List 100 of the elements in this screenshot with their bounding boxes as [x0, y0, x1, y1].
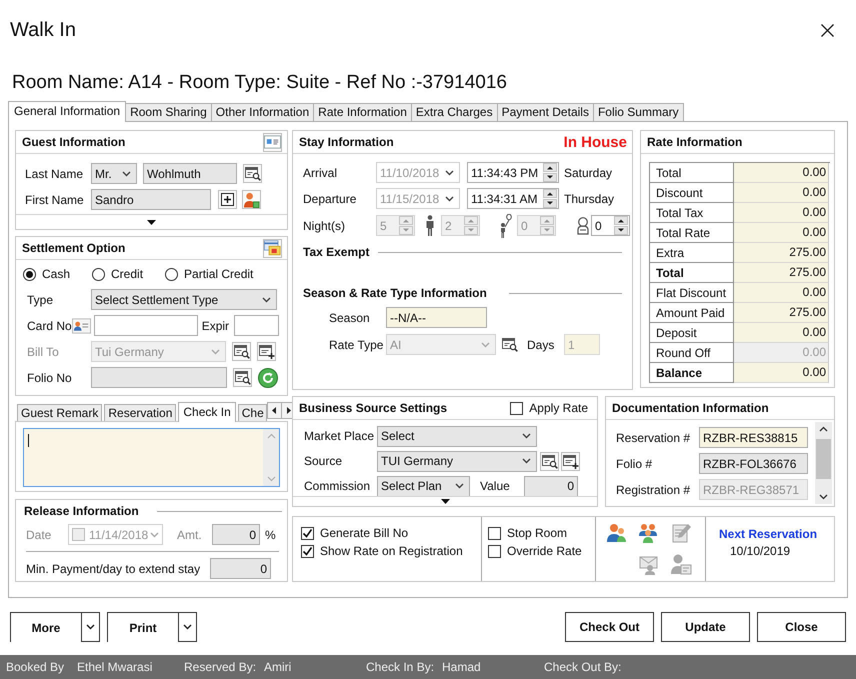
tab[interactable]: Rate Information [313, 103, 412, 121]
field-label: Registration # [616, 482, 692, 496]
lookup-button[interactable] [232, 342, 251, 361]
rate-value: 0.00 [734, 223, 829, 243]
section-title: Tax Exempt [303, 245, 370, 259]
checkbox[interactable] [301, 544, 314, 558]
remark-text-area[interactable] [23, 428, 280, 487]
count-field[interactable]: 0 [591, 215, 630, 236]
tab[interactable]: Reservation [104, 404, 176, 421]
caret-icon [455, 483, 464, 489]
rate-value: 275.00 [734, 303, 829, 323]
action-button[interactable]: Update [661, 612, 750, 642]
lookup-icon[interactable] [502, 337, 518, 352]
checkbox[interactable] [488, 526, 501, 540]
tab[interactable]: Payment Details [496, 103, 594, 121]
field-label: Expir [202, 318, 230, 332]
status-label: Check In By: [366, 660, 436, 674]
caret-icon [150, 532, 159, 538]
card-reader-button[interactable] [72, 316, 91, 335]
next-reservation-date: 10/10/2019 [729, 544, 792, 558]
field-label: Reservation # [616, 430, 692, 444]
scroll-up-icon[interactable] [819, 426, 828, 432]
tab[interactable]: General Information [8, 101, 126, 122]
guest-card-button[interactable] [263, 132, 282, 152]
expand-arrow-icon[interactable] [147, 220, 156, 224]
settlement-type-dropdown[interactable]: Select Settlement Type [91, 289, 277, 310]
close-icon[interactable] [821, 24, 834, 36]
radio-button[interactable] [92, 268, 106, 280]
action-button[interactable]: Check Out [565, 612, 654, 642]
field-label: Days [527, 338, 556, 352]
lookup-icon [542, 454, 558, 468]
scrollbar[interactable] [815, 422, 832, 504]
document-number-field[interactable]: RZBR-FOL36676 [699, 453, 808, 474]
caret-icon [522, 433, 531, 439]
person-icon[interactable] [606, 522, 628, 544]
commission-value-field[interactable]: 0 [524, 476, 578, 496]
status-label: Reserved By: [184, 660, 258, 674]
time-field[interactable]: 11:34:31 AM [467, 188, 559, 209]
last-name-field[interactable]: Wohlmuth [143, 163, 237, 184]
lookup-icon [234, 370, 250, 385]
add-button[interactable] [257, 342, 276, 361]
field-label: Amt. [177, 528, 203, 542]
checkbox-label: Apply Rate [529, 401, 588, 415]
tab[interactable]: Extra Charges [410, 103, 498, 121]
tab[interactable]: Other Information [210, 103, 314, 121]
radio-label: Cash [42, 267, 70, 281]
season-field[interactable]: --N/A-- [386, 307, 487, 328]
salutation-dropdown[interactable]: Mr. [91, 163, 137, 184]
checkbox[interactable] [301, 526, 314, 540]
add-button[interactable] [218, 190, 237, 209]
section-title: Season & Rate Type Information [303, 286, 487, 300]
tab[interactable]: Folio Summary [592, 103, 684, 121]
card-number-field[interactable] [94, 315, 198, 336]
checkbox[interactable] [510, 402, 524, 414]
spin-arrows-icon [540, 216, 554, 235]
tab[interactable]: Guest Remark [17, 404, 102, 421]
next-reservation-link[interactable]: Next Reservation [719, 527, 818, 541]
radio-label: Credit [111, 267, 144, 281]
folio-number-field[interactable] [91, 367, 227, 388]
lookup-button[interactable] [540, 452, 559, 470]
add-guest-button[interactable] [242, 190, 261, 209]
checkbox-label: Stop Room [507, 526, 568, 540]
action-button[interactable]: Close [757, 612, 846, 642]
field-label: Departure [303, 192, 358, 206]
source-dropdown[interactable]: TUI Germany [377, 450, 537, 472]
lookup-icon [244, 166, 260, 181]
field-label: Value [480, 479, 511, 493]
add-list-icon [258, 344, 274, 359]
weekday-label: Saturday [564, 166, 612, 180]
rate-value: 0.00 [734, 323, 829, 343]
time-field[interactable]: 11:34:43 PM [467, 162, 559, 183]
group-icon[interactable] [638, 522, 660, 544]
room-heading: Room Name: A14 - Room Type: Suite - Ref No :-37914016 [12, 72, 508, 94]
first-name-field[interactable]: Sandro [91, 189, 211, 210]
status-label: In House [564, 134, 627, 150]
radio-button[interactable] [165, 268, 178, 280]
tab[interactable]: Che [238, 404, 267, 421]
plus-icon [221, 193, 234, 206]
spin-arrows-icon [543, 189, 557, 208]
scroll-down-icon[interactable] [819, 494, 828, 500]
add-button[interactable] [561, 452, 580, 470]
radio-button[interactable] [23, 268, 36, 280]
market-place-dropdown[interactable]: Select [377, 426, 537, 446]
panel-title: Business Source Settings [299, 401, 448, 415]
rate-value: 0.00 [734, 363, 829, 383]
tab[interactable]: Room Sharing [125, 103, 212, 121]
checkbox-label: Generate Bill No [320, 526, 408, 540]
tab[interactable]: Check In [178, 402, 236, 422]
refresh-icon[interactable] [258, 368, 278, 388]
document-number-field[interactable]: RZBR-RES38815 [699, 427, 808, 448]
field-label: Type [27, 292, 54, 306]
add-list-icon [562, 454, 578, 468]
payment-cards-button[interactable] [263, 238, 282, 258]
commission-dropdown[interactable]: Select Plan [377, 476, 470, 496]
checkbox[interactable] [488, 544, 501, 558]
percent-unit: % [265, 528, 276, 542]
lookup-button[interactable] [233, 368, 252, 387]
expand-arrow-icon[interactable] [440, 499, 450, 504]
expiry-field[interactable] [234, 315, 279, 336]
lookup-button[interactable] [243, 164, 262, 183]
